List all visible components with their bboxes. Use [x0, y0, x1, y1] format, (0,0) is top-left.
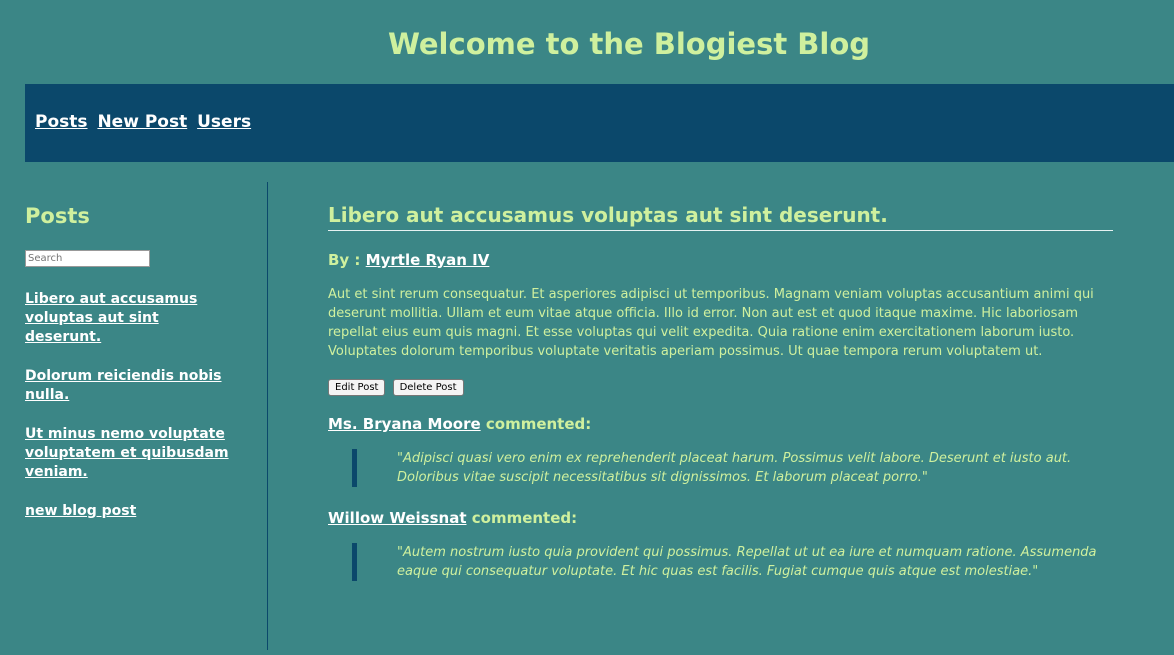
- nav-link-posts[interactable]: Posts: [35, 112, 88, 132]
- comment-text: "Autem nostrum iusto quia provident qui …: [352, 543, 1109, 581]
- post-actions: Edit Post Delete Post: [328, 375, 1113, 396]
- post-body: Aut et sint rerum consequatur. Et asperi…: [328, 287, 1094, 359]
- post-author-link[interactable]: Myrtle Ryan IV: [366, 251, 490, 269]
- delete-post-button[interactable]: Delete Post: [392, 379, 464, 396]
- comment: Ms. Bryana Moore commented: "Adipisci qu…: [328, 413, 1113, 487]
- site-title: Welcome to the Blogiest Blog: [387, 27, 871, 61]
- post-detail: Libero aut accusamus voluptas aut sint d…: [328, 200, 1113, 581]
- sidebar-post-list: Libero aut accusamus voluptas aut sint d…: [25, 290, 230, 541]
- sidebar-post-link[interactable]: Ut minus nemo voluptate voluptatem et qu…: [25, 425, 230, 482]
- search-input[interactable]: [25, 250, 150, 267]
- new-blog-post-link[interactable]: new blog post: [25, 502, 230, 521]
- column-divider: [267, 182, 268, 650]
- sidebar-post-link[interactable]: Libero aut accusamus voluptas aut sint d…: [25, 290, 230, 347]
- comment-verb: commented:: [471, 509, 578, 527]
- post-title: Libero aut accusamus voluptas aut sint d…: [328, 200, 1113, 231]
- sidebar-post-link[interactable]: Dolorum reiciendis nobis nulla.: [25, 367, 230, 405]
- byline-label: By :: [328, 251, 361, 269]
- comment: Willow Weissnat commented: "Autem nostru…: [328, 507, 1113, 581]
- sidebar-title: Posts: [25, 204, 90, 228]
- nav-link-new-post[interactable]: New Post: [97, 112, 187, 132]
- nav-bar: Posts New Post Users: [25, 84, 1174, 162]
- post-byline: By : Myrtle Ryan IV: [328, 249, 1113, 271]
- comment-header: Ms. Bryana Moore commented:: [328, 413, 1113, 435]
- nav-links: Posts New Post Users: [35, 112, 255, 132]
- edit-post-button[interactable]: Edit Post: [328, 379, 386, 396]
- nav-link-users[interactable]: Users: [197, 112, 251, 132]
- comment-header: Willow Weissnat commented:: [328, 507, 1113, 529]
- comment-verb: commented:: [485, 415, 592, 433]
- comment-text: "Adipisci quasi vero enim ex reprehender…: [352, 449, 1109, 487]
- comment-author-link[interactable]: Ms. Bryana Moore: [328, 415, 481, 433]
- comment-author-link[interactable]: Willow Weissnat: [328, 509, 467, 527]
